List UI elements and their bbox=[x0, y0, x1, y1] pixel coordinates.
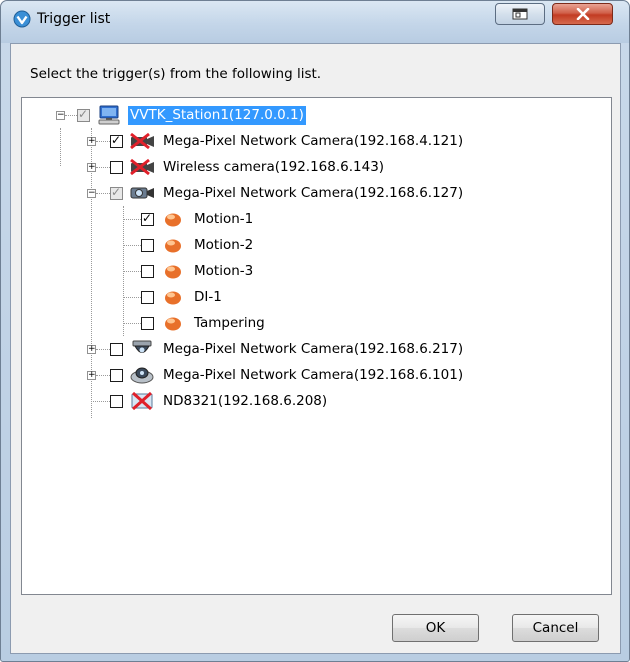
tree-line bbox=[96, 141, 110, 142]
restore-icon bbox=[512, 8, 528, 20]
trigger-checkbox[interactable]: ✓ bbox=[141, 211, 154, 226]
nvr-label: ND8321(192.168.6.208) bbox=[163, 392, 328, 409]
tree-line bbox=[123, 219, 141, 220]
tree-line bbox=[96, 193, 110, 194]
station-checkbox[interactable]: ✓ bbox=[77, 107, 90, 122]
collapse-station-toggle[interactable]: − bbox=[56, 111, 65, 120]
trigger-checkbox[interactable] bbox=[141, 238, 154, 252]
tree-line bbox=[65, 115, 77, 116]
close-button[interactable] bbox=[552, 3, 613, 25]
camera-label: Wireless camera(192.168.6.143) bbox=[163, 158, 385, 175]
camera-offline-icon bbox=[129, 157, 155, 177]
trigger-icon bbox=[160, 209, 186, 229]
trigger-icon bbox=[160, 235, 186, 255]
computer-icon bbox=[96, 105, 122, 125]
nvr-checkbox[interactable] bbox=[110, 394, 123, 408]
close-icon bbox=[576, 8, 589, 20]
tree-node-trigger[interactable]: DI-1 bbox=[141, 284, 224, 310]
station-label: VVTK_Station1(127.0.0.1) bbox=[128, 105, 306, 125]
tree-node-trigger[interactable]: Motion-3 bbox=[141, 258, 255, 284]
expand-cam5-toggle[interactable]: + bbox=[87, 371, 96, 380]
tree-line bbox=[96, 375, 110, 376]
expand-cam1-toggle[interactable]: + bbox=[87, 137, 96, 146]
vivotek-app-icon bbox=[13, 10, 31, 28]
tree-line bbox=[60, 128, 61, 166]
dialog-body: Select the trigger(s) from the following… bbox=[10, 43, 621, 654]
trigger-checkbox[interactable] bbox=[141, 316, 154, 330]
camera-label: Mega-Pixel Network Camera(192.168.4.121) bbox=[163, 132, 464, 149]
trigger-label: Motion-3 bbox=[194, 262, 254, 279]
tree-node-trigger[interactable]: ✓ Motion-1 bbox=[141, 206, 255, 232]
tree-line bbox=[91, 401, 110, 402]
trigger-label: Motion-2 bbox=[194, 236, 254, 253]
restore-button[interactable] bbox=[495, 3, 545, 25]
trigger-label: Motion-1 bbox=[194, 210, 254, 227]
camera-checkbox[interactable]: ✓ bbox=[110, 133, 123, 148]
tree-node-trigger[interactable]: Motion-2 bbox=[141, 232, 255, 258]
camera-label: Mega-Pixel Network Camera(192.168.6.127) bbox=[163, 184, 464, 201]
box-camera-icon bbox=[129, 183, 155, 203]
window-title: Trigger list bbox=[37, 11, 111, 27]
tree-line bbox=[123, 245, 141, 246]
trigger-label: Tampering bbox=[194, 314, 265, 331]
camera-checkbox[interactable]: ✓ bbox=[110, 185, 123, 200]
instruction-text: Select the trigger(s) from the following… bbox=[30, 66, 322, 82]
dome-camera-icon bbox=[129, 339, 155, 359]
trigger-checkbox[interactable] bbox=[141, 264, 154, 278]
camera-label: Mega-Pixel Network Camera(192.168.6.101) bbox=[163, 366, 464, 383]
camera-checkbox[interactable] bbox=[110, 368, 123, 382]
trigger-label: DI-1 bbox=[194, 288, 222, 305]
tree-line bbox=[123, 323, 141, 324]
tree-node-nvr[interactable]: ND8321(192.168.6.208) bbox=[110, 388, 329, 414]
tree-line bbox=[123, 297, 141, 298]
title-bar[interactable]: Trigger list bbox=[1, 1, 629, 43]
tree-node-camera[interactable]: Mega-Pixel Network Camera(192.168.6.101) bbox=[110, 362, 465, 388]
camera-offline-icon bbox=[129, 131, 155, 151]
tree-node-camera[interactable]: ✓ Mega-Pixel Network Camera(192.168.6.12… bbox=[110, 180, 465, 206]
tree-node-camera[interactable]: ✓ Mega-Pixel Network Camera(192.168.4.12… bbox=[110, 128, 465, 154]
cancel-button[interactable]: Cancel bbox=[512, 614, 599, 642]
expand-cam2-toggle[interactable]: + bbox=[87, 163, 96, 172]
trigger-list-window: Trigger list Select the trigger(s) from … bbox=[0, 0, 630, 662]
tree-node-station[interactable]: ✓ VVTK_Station1(127.0.0.1) bbox=[77, 102, 306, 128]
expand-cam4-toggle[interactable]: + bbox=[87, 345, 96, 354]
trigger-icon bbox=[160, 287, 186, 307]
trigger-tree[interactable]: − + + − + + ✓ VVTK_Station1(127.0.0.1) ✓… bbox=[21, 97, 612, 595]
camera-checkbox[interactable] bbox=[110, 342, 123, 356]
camera-label: Mega-Pixel Network Camera(192.168.6.217) bbox=[163, 340, 464, 357]
tree-node-camera[interactable]: Wireless camera(192.168.6.143) bbox=[110, 154, 386, 180]
tree-line bbox=[96, 349, 110, 350]
collapse-cam3-toggle[interactable]: − bbox=[87, 189, 96, 198]
trigger-checkbox[interactable] bbox=[141, 290, 154, 304]
tree-node-camera[interactable]: Mega-Pixel Network Camera(192.168.6.217) bbox=[110, 336, 465, 362]
ok-button[interactable]: OK bbox=[392, 614, 479, 642]
camera-checkbox[interactable] bbox=[110, 160, 123, 174]
fisheye-camera-icon bbox=[129, 365, 155, 385]
tree-line bbox=[96, 167, 110, 168]
trigger-icon bbox=[160, 313, 186, 333]
tree-node-trigger[interactable]: Tampering bbox=[141, 310, 267, 336]
nvr-offline-icon bbox=[129, 391, 155, 411]
tree-line bbox=[123, 271, 141, 272]
trigger-icon bbox=[160, 261, 186, 281]
